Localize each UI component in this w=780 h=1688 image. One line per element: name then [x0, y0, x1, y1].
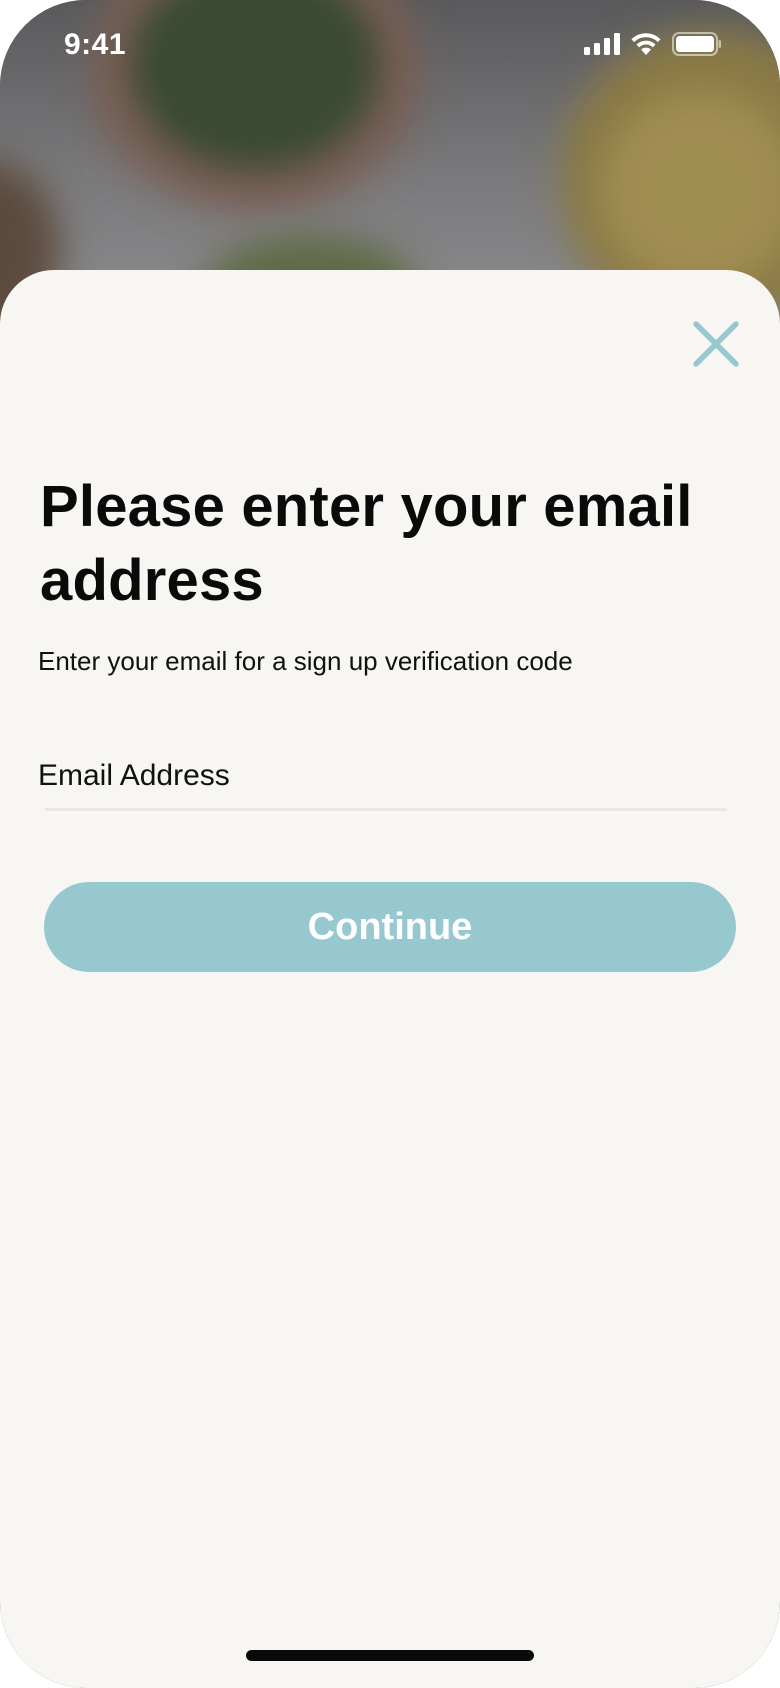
cellular-signal-icon — [584, 33, 620, 59]
email-field-underline — [45, 808, 727, 811]
email-field[interactable] — [38, 750, 728, 802]
phone-screen: 9:41 Please enter your email address Ent… — [0, 0, 780, 1688]
page-title: Please enter your email address — [40, 474, 693, 613]
close-button[interactable] — [690, 318, 742, 370]
status-icons — [584, 32, 722, 60]
home-indicator — [246, 1650, 534, 1661]
continue-button[interactable]: Continue — [44, 882, 736, 972]
close-icon — [693, 321, 739, 367]
battery-icon — [672, 32, 722, 60]
wifi-icon — [630, 32, 662, 60]
email-sheet: Please enter your email address Enter yo… — [0, 270, 780, 1688]
status-bar: 9:41 — [0, 0, 780, 94]
status-time: 9:41 — [64, 28, 127, 61]
page-subtitle: Enter your email for a sign up verificat… — [38, 646, 573, 676]
